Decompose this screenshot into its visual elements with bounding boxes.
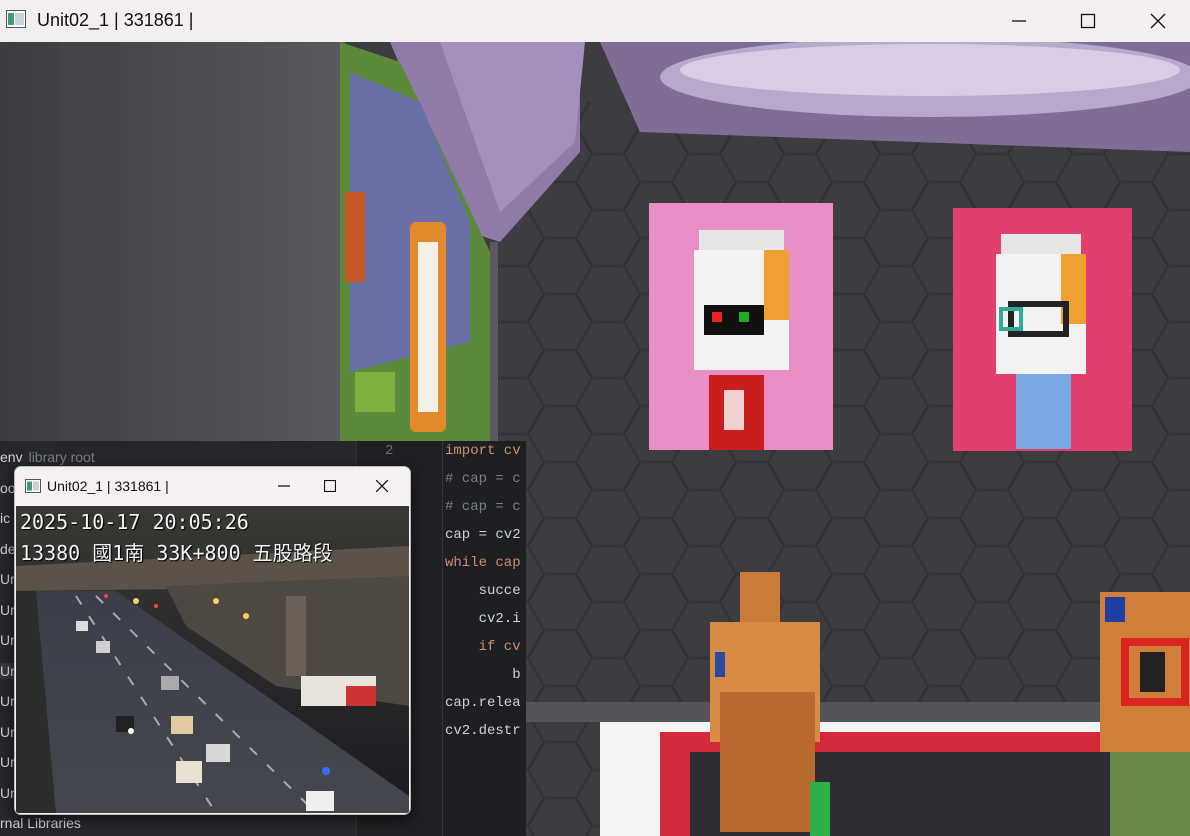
code-line: succe	[445, 583, 521, 599]
project-tree-item[interactable]: Ur	[0, 785, 15, 801]
project-tree-item[interactable]: Ur	[0, 571, 15, 587]
code-line: cv2.i	[445, 611, 521, 627]
library-root-label: library root	[28, 449, 95, 465]
code-line: cap = cv2	[445, 527, 521, 543]
project-tree-item[interactable]: ic	[0, 510, 10, 526]
project-tree-item-label: rnal Libraries	[0, 815, 81, 831]
project-tree-item-label: Ur	[0, 693, 15, 709]
minimize-button[interactable]	[984, 0, 1054, 42]
project-tree-item[interactable]: env library root	[0, 449, 95, 465]
window-title: Unit02_1 | 331861 |	[37, 10, 194, 30]
popup-minimize-button[interactable]	[261, 467, 306, 505]
popup-title-bar[interactable]: Unit02_1 | 331861 |	[15, 467, 410, 505]
line-number: 2	[385, 443, 394, 459]
project-tree-item-label: Ur	[0, 632, 15, 648]
maximize-icon	[323, 480, 336, 492]
close-button[interactable]	[1123, 0, 1190, 42]
code-line: cv2.destr	[445, 723, 521, 739]
popup-close-button[interactable]	[359, 467, 404, 505]
project-tree-item[interactable]: Ur	[0, 724, 15, 740]
project-tree-item-label: Ur	[0, 784, 15, 801]
project-tree-item[interactable]: rnal Libraries	[0, 815, 81, 831]
code-line: import cv	[445, 443, 521, 459]
camera-timestamp: 2025-10-17 20:05:26	[20, 510, 249, 534]
maximize-button[interactable]	[1053, 0, 1123, 42]
project-tree-item-label: Ur	[0, 571, 15, 587]
popup-maximize-button[interactable]	[307, 467, 352, 505]
project-tree-item[interactable]: Ur	[0, 754, 15, 770]
code-editor[interactable]: import cv # cap = c # cap = c cap = cv2 whil…	[442, 441, 526, 836]
project-tree-item-label: env	[0, 449, 23, 465]
project-tree-item-label: Ur	[0, 662, 15, 679]
project-tree-item-label: Ur	[0, 754, 15, 770]
code-line: # cap = c	[445, 499, 521, 515]
popup-title: Unit02_1 | 331861 |	[47, 478, 169, 494]
window-title-bar: Unit02_1 | 331861 |	[0, 0, 1190, 42]
close-icon	[375, 480, 388, 492]
maximize-icon	[1080, 13, 1096, 29]
video-popup-window[interactable]: Unit02_1 | 331861 | 2025-10-17 20:05:26 …	[14, 466, 411, 815]
camera-location: 13380 國1南 33K+800 五股路段	[20, 541, 333, 565]
code-line: b	[445, 667, 521, 683]
project-tree-item-label: Ur	[0, 723, 15, 740]
app-window-icon	[25, 479, 41, 493]
code-line: cap.relea	[445, 695, 521, 711]
project-tree-item[interactable]: Ur	[0, 632, 15, 648]
project-tree-item-label: Ur	[0, 601, 15, 618]
traffic-camera-feed: 2025-10-17 20:05:26 13380 國1南 33K+800 五股…	[16, 506, 409, 813]
close-icon	[1150, 13, 1166, 29]
minimize-icon	[277, 485, 290, 487]
project-tree-item[interactable]: Ur	[0, 693, 15, 709]
project-tree-item[interactable]: Ur	[0, 602, 15, 618]
project-tree-item-label: ic	[0, 510, 11, 526]
code-line: while cap	[445, 555, 521, 571]
code-line: # cap = c	[445, 471, 521, 487]
code-line: if cv	[445, 639, 521, 655]
minimize-icon	[1012, 20, 1026, 22]
app-window-icon	[6, 10, 26, 28]
